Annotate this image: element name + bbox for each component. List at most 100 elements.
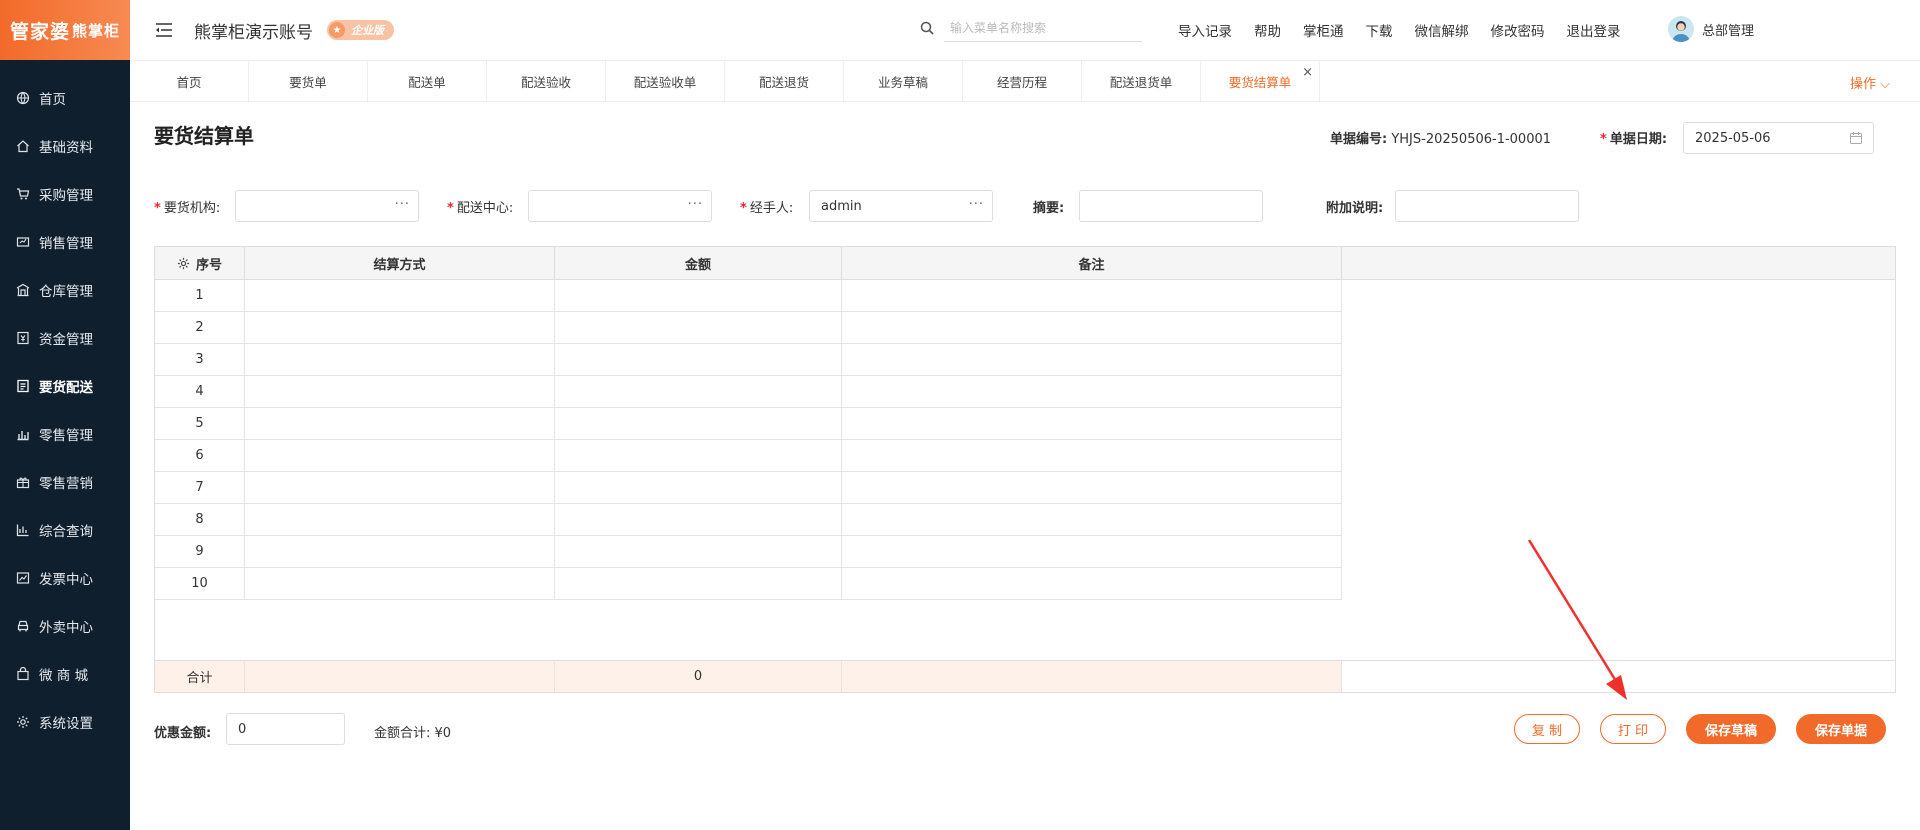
cell-remark[interactable] <box>842 472 1342 504</box>
tab-item[interactable]: 要货单 <box>249 61 368 102</box>
sidebar-item[interactable]: 发票中心 <box>0 554 130 602</box>
tab-item[interactable]: 配送验收单 <box>606 61 725 102</box>
page-title: 要货结算单 <box>154 124 254 148</box>
header-link[interactable]: 掌柜通 <box>1303 20 1344 40</box>
header-link[interactable]: 退出登录 <box>1567 20 1621 40</box>
tab-item[interactable]: 首页 <box>130 61 249 102</box>
menu-toggle-icon[interactable] <box>154 20 174 40</box>
cell-remark[interactable] <box>842 376 1342 408</box>
print-button[interactable]: 打 印 <box>1600 714 1666 744</box>
sidebar-item[interactable]: 系统设置 <box>0 698 130 746</box>
tab-item[interactable]: 业务草稿 <box>844 61 963 102</box>
avatar[interactable] <box>1668 16 1694 42</box>
col-seq[interactable]: 序号 <box>155 247 245 280</box>
tab-item[interactable]: 配送单 <box>368 61 487 102</box>
cell-method[interactable] <box>245 472 555 504</box>
handler-picker-icon[interactable]: ··· <box>969 197 984 212</box>
user-menu[interactable]: 总部管理 <box>1668 16 1754 42</box>
cell-seq: 3 <box>155 344 245 376</box>
header-link[interactable]: 微信解绑 <box>1415 20 1469 40</box>
cell-remark[interactable] <box>842 440 1342 472</box>
note-field[interactable] <box>1395 190 1579 222</box>
sidebar-item[interactable]: 综合查询 <box>0 506 130 554</box>
cell-method[interactable] <box>245 504 555 536</box>
cell-amount[interactable] <box>555 536 842 568</box>
cell-method[interactable] <box>245 312 555 344</box>
sidebar-item[interactable]: 零售管理 <box>0 410 130 458</box>
cell-amount[interactable] <box>555 472 842 504</box>
footer-label: 合计 <box>155 661 245 692</box>
center-picker-icon[interactable]: ··· <box>688 197 703 212</box>
cell-remark[interactable] <box>842 280 1342 312</box>
cell-method[interactable] <box>245 376 555 408</box>
cell-amount[interactable] <box>555 408 842 440</box>
table-row[interactable]: 8 <box>155 504 1342 536</box>
cell-method[interactable] <box>245 440 555 472</box>
cell-remark[interactable] <box>842 344 1342 376</box>
cell-amount[interactable] <box>555 344 842 376</box>
sidebar-item[interactable]: 要货配送 <box>0 362 130 410</box>
table-row[interactable]: 3 <box>155 344 1342 376</box>
table-row[interactable]: 10 <box>155 568 1342 600</box>
table-row[interactable]: 5 <box>155 408 1342 440</box>
cell-method[interactable] <box>245 280 555 312</box>
table-row[interactable]: 2 <box>155 312 1342 344</box>
cell-amount[interactable] <box>555 504 842 536</box>
settings-icon[interactable] <box>177 257 190 270</box>
operations-menu[interactable]: 操作 ⌵ <box>1850 73 1890 92</box>
header-link[interactable]: 帮助 <box>1254 20 1281 40</box>
cell-remark[interactable] <box>842 408 1342 440</box>
cell-remark[interactable] <box>842 312 1342 344</box>
note-label: 附加说明: <box>1326 201 1384 216</box>
header-link[interactable]: 下载 <box>1366 20 1393 40</box>
table-row[interactable]: 1 <box>155 280 1342 312</box>
sidebar-item[interactable]: 微 商 城 <box>0 650 130 698</box>
close-icon[interactable]: × <box>1302 65 1313 80</box>
org-picker-icon[interactable]: ··· <box>395 197 410 212</box>
sidebar-item[interactable]: 首页 <box>0 74 130 122</box>
chart-icon <box>16 523 30 537</box>
org-field[interactable]: ··· <box>235 190 419 222</box>
sidebar-item[interactable]: 零售营销 <box>0 458 130 506</box>
cell-amount[interactable] <box>555 568 842 600</box>
header-link[interactable]: 修改密码 <box>1491 20 1545 40</box>
search-icon[interactable] <box>920 20 936 36</box>
sidebar-item[interactable]: 基础资料 <box>0 122 130 170</box>
cell-method[interactable] <box>245 536 555 568</box>
cell-amount[interactable] <box>555 440 842 472</box>
tab-item[interactable]: 配送退货 <box>725 61 844 102</box>
table-row[interactable]: 9 <box>155 536 1342 568</box>
cell-amount[interactable] <box>555 280 842 312</box>
save-draft-button[interactable]: 保存草稿 <box>1686 714 1776 744</box>
cell-remark[interactable] <box>842 568 1342 600</box>
cell-remark[interactable] <box>842 536 1342 568</box>
calendar-icon[interactable] <box>1849 131 1863 145</box>
header-link[interactable]: 导入记录 <box>1178 20 1232 40</box>
sidebar-item[interactable]: 外卖中心 <box>0 602 130 650</box>
table-row[interactable]: 4 <box>155 376 1342 408</box>
sidebar-item[interactable]: 销售管理 <box>0 218 130 266</box>
cell-amount[interactable] <box>555 312 842 344</box>
tab-item[interactable]: 要货结算单 × <box>1201 61 1320 102</box>
cell-amount[interactable] <box>555 376 842 408</box>
table-row[interactable]: 7 <box>155 472 1342 504</box>
cell-remark[interactable] <box>842 504 1342 536</box>
tab-item[interactable]: 配送退货单 <box>1082 61 1201 102</box>
tab-item[interactable]: 经营历程 <box>963 61 1082 102</box>
center-field[interactable]: ··· <box>528 190 712 222</box>
save-document-button[interactable]: 保存单据 <box>1796 714 1886 744</box>
document-date-input[interactable]: 2025-05-06 <box>1683 122 1874 154</box>
handler-field[interactable]: admin ··· <box>809 190 993 222</box>
sidebar-item[interactable]: 资金管理 <box>0 314 130 362</box>
copy-button[interactable]: 复 制 <box>1514 714 1580 744</box>
tab-item[interactable]: 配送验收 <box>487 61 606 102</box>
summary-field[interactable] <box>1079 190 1263 222</box>
search-input[interactable] <box>944 14 1142 42</box>
discount-input[interactable]: 0 <box>226 713 345 745</box>
user-name[interactable]: 总部管理 <box>1702 20 1754 39</box>
cell-method[interactable] <box>245 568 555 600</box>
cell-method[interactable] <box>245 408 555 440</box>
table-row[interactable]: 6 <box>155 440 1342 472</box>
cell-method[interactable] <box>245 344 555 376</box>
sidebar-item[interactable]: 仓库管理 <box>0 266 130 314</box>
